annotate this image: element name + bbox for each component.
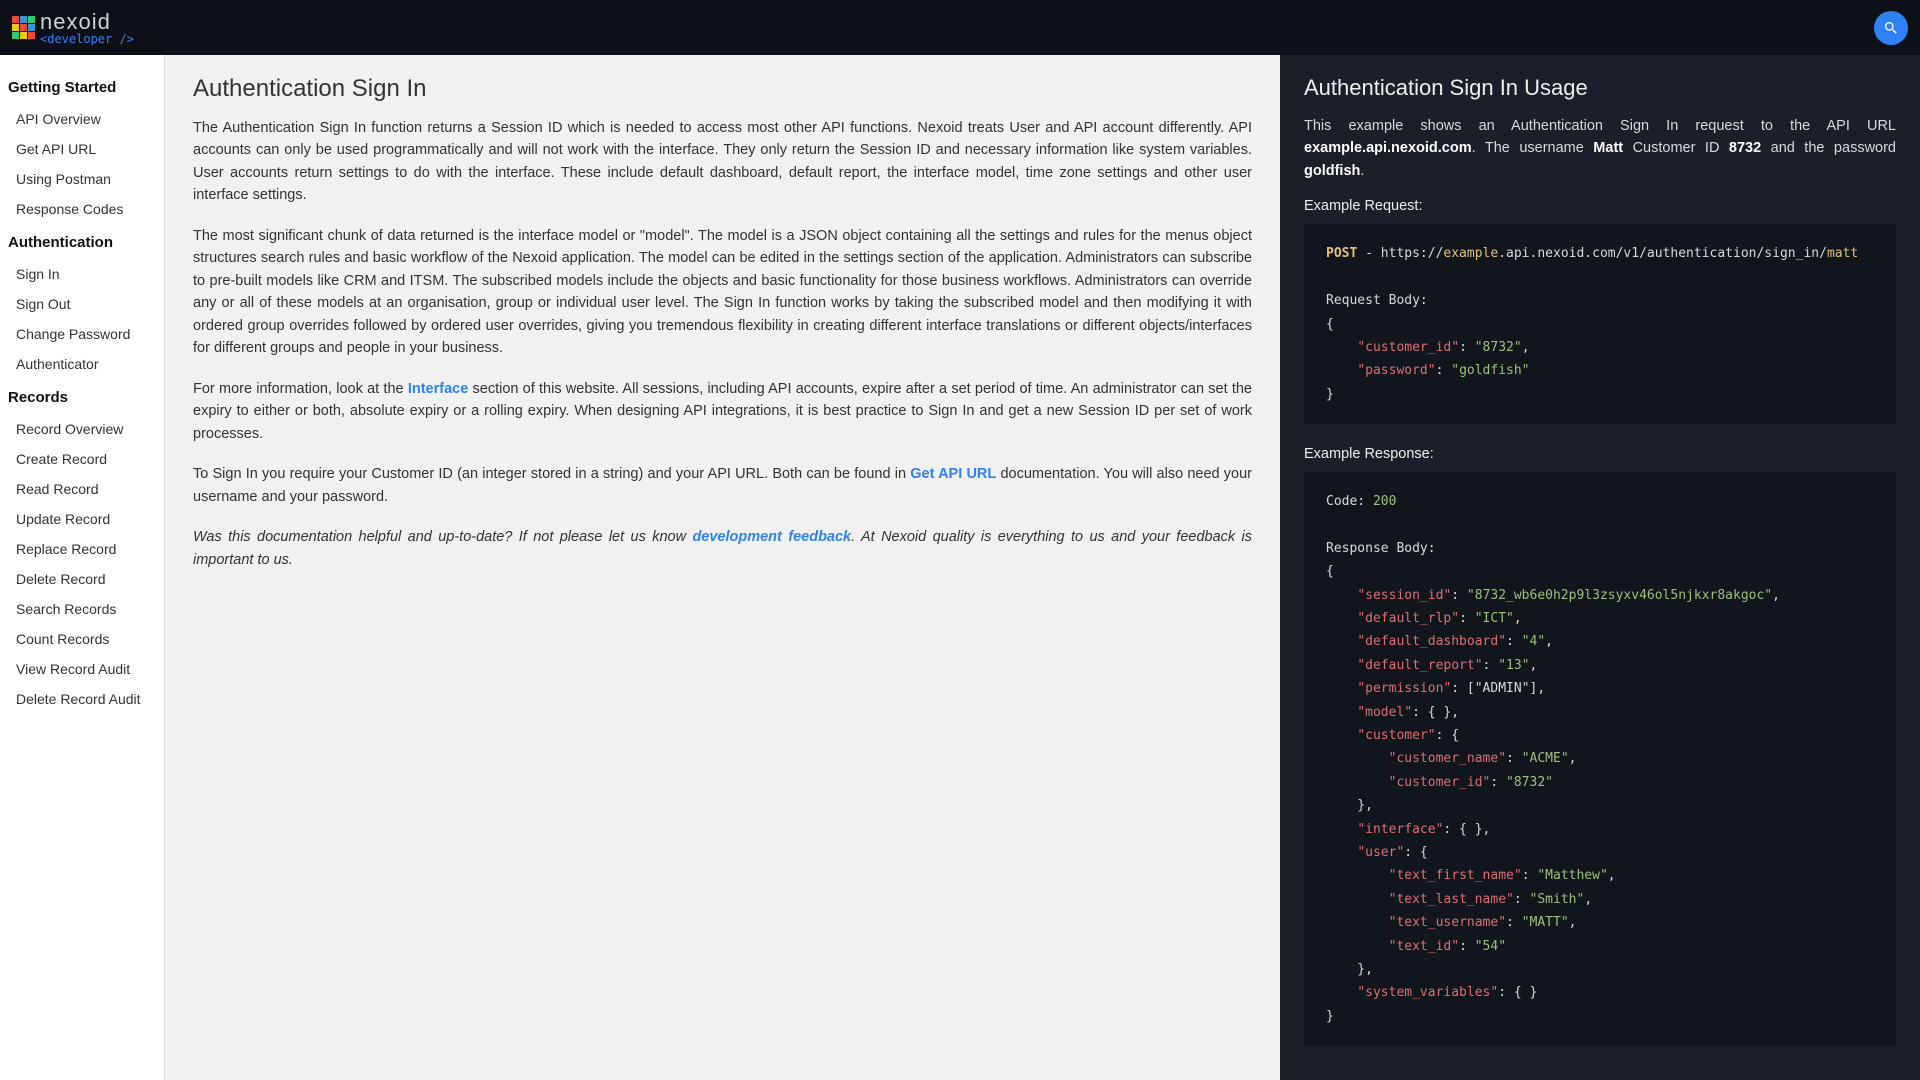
sidebar-item[interactable]: Search Records — [8, 594, 156, 624]
brand-name: nexoid — [40, 11, 134, 33]
response-code-block: Code: 200 Response Body: { "session_id":… — [1304, 472, 1896, 1046]
paragraph: The Authentication Sign In function retu… — [193, 117, 1252, 207]
sidebar-nav: Getting Started API OverviewGet API URLUs… — [0, 55, 165, 1080]
brand-logo[interactable]: nexoid <developer /> — [12, 11, 134, 45]
api-url-value: example.api.nexoid.com — [1304, 140, 1472, 156]
sidebar-item[interactable]: Delete Record — [8, 564, 156, 594]
sidebar-item[interactable]: Authenticator — [8, 349, 156, 379]
sidebar-item[interactable]: API Overview — [8, 104, 156, 134]
sidebar-item[interactable]: Create Record — [8, 444, 156, 474]
sidebar-item[interactable]: Replace Record — [8, 534, 156, 564]
text-fragment: This example shows an Authentication Sig… — [1304, 118, 1896, 134]
example-request-label: Example Request: — [1304, 198, 1896, 214]
text-fragment: To Sign In you require your Customer ID … — [193, 466, 910, 482]
page-title: Authentication Sign In — [193, 75, 1252, 103]
paragraph: For more information, look at the Interf… — [193, 378, 1252, 445]
get-api-url-link[interactable]: Get API URL — [910, 466, 996, 482]
text-fragment: Customer ID — [1623, 140, 1729, 156]
sidebar-item[interactable]: Count Records — [8, 624, 156, 654]
sidebar-item[interactable]: Sign Out — [8, 289, 156, 319]
text-fragment: . The username — [1472, 140, 1594, 156]
sidebar-item[interactable]: Sign In — [8, 259, 156, 289]
interface-link[interactable]: Interface — [408, 381, 468, 397]
text-fragment: and the password — [1761, 140, 1896, 156]
text-fragment: Was this documentation helpful and up-to… — [193, 529, 692, 545]
main-content: Authentication Sign In The Authenticatio… — [165, 55, 1280, 1080]
brand-subtitle: <developer /> — [40, 33, 134, 45]
request-code-block: POST - https://example.api.nexoid.com/v1… — [1304, 224, 1896, 424]
username-value: Matt — [1593, 140, 1623, 156]
paragraph: To Sign In you require your Customer ID … — [193, 463, 1252, 508]
search-icon — [1883, 20, 1899, 36]
sidebar-item[interactable]: Record Overview — [8, 414, 156, 444]
sidebar-item[interactable]: Update Record — [8, 504, 156, 534]
nav-group-title: Authentication — [8, 234, 156, 251]
sidebar-item[interactable]: Change Password — [8, 319, 156, 349]
usage-title: Authentication Sign In Usage — [1304, 75, 1896, 101]
password-value: goldfish — [1304, 163, 1360, 179]
feedback-note: Was this documentation helpful and up-to… — [193, 526, 1252, 571]
logo-icon — [12, 16, 35, 39]
sidebar-item[interactable]: Response Codes — [8, 194, 156, 224]
sidebar-item[interactable]: Using Postman — [8, 164, 156, 194]
example-response-label: Example Response: — [1304, 446, 1896, 462]
sidebar-item[interactable]: Delete Record Audit — [8, 684, 156, 714]
search-button[interactable] — [1874, 11, 1908, 45]
usage-intro: This example shows an Authentication Sig… — [1304, 115, 1896, 182]
usage-panel: Authentication Sign In Usage This exampl… — [1280, 55, 1920, 1080]
feedback-link[interactable]: development feedback — [692, 529, 851, 545]
top-header: nexoid <developer /> — [0, 0, 1920, 55]
sidebar-item[interactable]: Read Record — [8, 474, 156, 504]
paragraph: The most significant chunk of data retur… — [193, 225, 1252, 360]
sidebar-item[interactable]: Get API URL — [8, 134, 156, 164]
text-fragment: . — [1360, 163, 1364, 179]
text-fragment: For more information, look at the — [193, 381, 408, 397]
customer-id-value: 8732 — [1729, 140, 1761, 156]
nav-group-title: Getting Started — [8, 79, 156, 96]
sidebar-item[interactable]: View Record Audit — [8, 654, 156, 684]
nav-group-title: Records — [8, 389, 156, 406]
